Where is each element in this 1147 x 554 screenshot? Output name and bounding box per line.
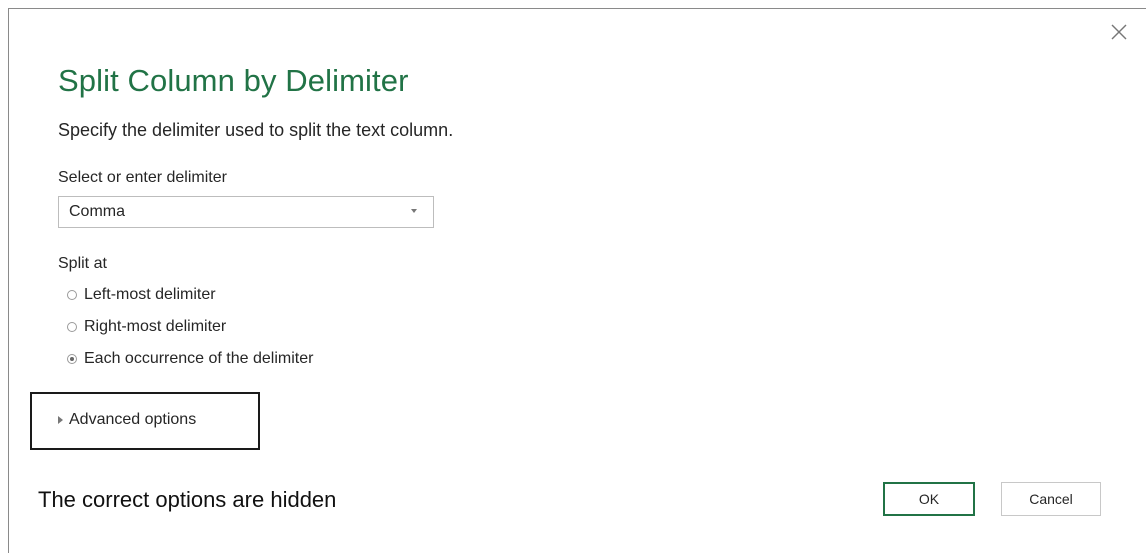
radio-label: Each occurrence of the delimiter	[84, 350, 314, 367]
radio-label: Right-most delimiter	[84, 318, 227, 335]
close-icon[interactable]	[1110, 23, 1128, 41]
expand-triangle-icon	[58, 416, 63, 424]
dialog-subtitle: Specify the delimiter used to split the …	[58, 120, 454, 140]
delimiter-select-value: Comma	[69, 203, 126, 220]
cancel-button[interactable]: Cancel	[1001, 482, 1101, 516]
radio-right-most[interactable]: Right-most delimiter	[67, 316, 226, 338]
delimiter-select[interactable]: Comma	[58, 196, 434, 228]
radio-button[interactable]	[67, 290, 77, 300]
annotation-caption: The correct options are hidden	[38, 487, 337, 512]
radio-each-occurrence[interactable]: Each occurrence of the delimiter	[67, 348, 313, 370]
radio-button[interactable]	[67, 322, 77, 332]
radio-button-checked[interactable]	[67, 354, 77, 364]
dialog-title: Split Column by Delimiter	[58, 63, 409, 98]
radio-left-most[interactable]: Left-most delimiter	[67, 284, 216, 306]
delimiter-label: Select or enter delimiter	[58, 169, 227, 186]
radio-label: Left-most delimiter	[84, 286, 216, 303]
advanced-options-toggle[interactable]: Advanced options	[58, 411, 196, 429]
split-at-label: Split at	[58, 255, 107, 272]
advanced-options-label: Advanced options	[69, 411, 197, 428]
split-column-dialog: Split Column by Delimiter Specify the de…	[8, 8, 1146, 553]
chevron-down-icon	[411, 209, 417, 213]
ok-button[interactable]: OK	[883, 482, 975, 516]
